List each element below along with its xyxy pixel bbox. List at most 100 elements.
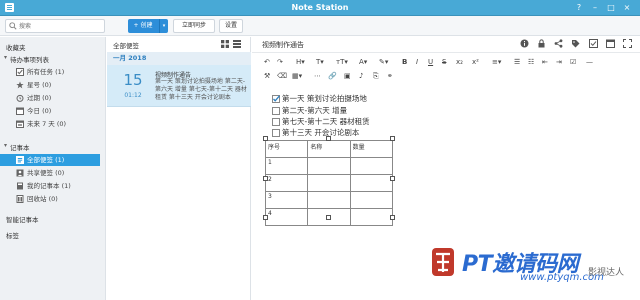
table-cell[interactable] xyxy=(307,191,351,209)
maximize-icon[interactable]: □ xyxy=(606,2,616,13)
star-icon xyxy=(16,81,24,89)
redo-icon[interactable]: ↷ xyxy=(277,56,283,68)
help-icon[interactable]: ? xyxy=(574,2,584,13)
note-table[interactable]: 序号 名称 数量 1 2 3 4 xyxy=(264,140,394,226)
sidebar-item-label: 所有任务 (1) xyxy=(27,68,65,76)
table-header-cell[interactable]: 序号 xyxy=(264,140,309,158)
todo-text: 第十三天 开会讨论剧本 xyxy=(282,128,360,137)
table-cell[interactable] xyxy=(349,191,394,209)
table-cell[interactable] xyxy=(349,208,394,226)
superscript-icon[interactable]: x² xyxy=(472,56,479,68)
unchecked-checkbox-icon[interactable] xyxy=(272,129,280,137)
collapse-caret-icon[interactable]: ▾ xyxy=(4,142,7,149)
unchecked-checkbox-icon[interactable] xyxy=(272,118,280,126)
lock-icon[interactable] xyxy=(537,39,546,48)
table-cell[interactable] xyxy=(307,157,351,175)
link-icon[interactable]: 🔗 xyxy=(328,70,337,82)
resize-handle[interactable] xyxy=(263,176,268,181)
editor-note-title[interactable]: 视频制作通告 xyxy=(262,40,304,50)
sidebar-item-my-notebooks[interactable]: 我的记事本 (1) xyxy=(0,180,100,192)
table-cell[interactable]: 1 xyxy=(264,157,309,175)
highlight-icon[interactable]: ✎▾ xyxy=(379,56,388,68)
sidebar-item-starred[interactable]: 星号 (0) xyxy=(0,79,100,91)
table-header-cell[interactable]: 数量 xyxy=(349,140,394,158)
resize-handle[interactable] xyxy=(390,136,395,141)
more-icon[interactable]: ⋯ xyxy=(314,70,321,82)
minimize-icon[interactable]: – xyxy=(590,2,600,13)
month-group-header: 一月 2018 xyxy=(107,52,251,65)
table-cell[interactable] xyxy=(349,157,394,175)
subscript-icon[interactable]: x₂ xyxy=(456,56,463,68)
fullscreen-icon[interactable] xyxy=(623,39,632,48)
indent-icon[interactable]: ⇥ xyxy=(556,56,562,68)
resize-handle[interactable] xyxy=(263,215,268,220)
sidebar-item-all-tasks[interactable]: 所有任务 (1) xyxy=(0,66,100,78)
share-notes-icon xyxy=(16,169,24,177)
resize-handle[interactable] xyxy=(390,215,395,220)
bold-icon[interactable]: B xyxy=(402,56,407,68)
checkbox-insert-icon[interactable]: ☑ xyxy=(570,56,576,68)
attachment-icon[interactable]: ⎘ xyxy=(373,70,379,82)
notebook-group-heading[interactable]: 记事本 xyxy=(10,142,30,152)
tag-icon[interactable] xyxy=(571,39,580,48)
reminder-checkbox-icon[interactable] xyxy=(588,39,598,48)
resize-handle[interactable] xyxy=(326,215,331,220)
collapse-caret-icon[interactable]: ▾ xyxy=(4,54,7,61)
table-cell[interactable]: 4 xyxy=(264,208,309,226)
grid-view-icon[interactable] xyxy=(221,40,229,48)
calendar-icon[interactable] xyxy=(605,39,615,48)
sync-now-button[interactable]: 立即同步 xyxy=(173,19,215,33)
sidebar-item-today[interactable]: 今日 (0) xyxy=(0,105,100,117)
align-icon[interactable]: ≡▾ xyxy=(492,56,501,68)
paint-format-icon[interactable]: ⚒ xyxy=(264,70,270,82)
search-box[interactable] xyxy=(5,19,105,33)
table-icon[interactable]: ▦▾ xyxy=(292,70,302,82)
image-icon[interactable]: ▣ xyxy=(344,70,351,82)
sidebar-item-overdue[interactable]: 过期 (0) xyxy=(0,92,100,104)
smart-notebook-heading[interactable]: 智能记事本 xyxy=(6,214,39,224)
heading-icon[interactable]: H▾ xyxy=(296,56,305,68)
resize-handle[interactable] xyxy=(390,176,395,181)
bullet-list-icon[interactable]: ☰ xyxy=(514,56,520,68)
list-view-icon[interactable] xyxy=(233,40,241,48)
resize-handle[interactable] xyxy=(326,136,331,141)
binoculars-icon[interactable]: ⚭ xyxy=(387,70,393,82)
tags-heading[interactable]: 标签 xyxy=(6,230,19,240)
strikethrough-icon[interactable]: S xyxy=(442,56,446,68)
info-icon[interactable] xyxy=(520,39,529,48)
font-icon[interactable]: T▾ xyxy=(316,56,324,68)
search-input[interactable] xyxy=(19,21,103,31)
sidebar-item-recycle-bin[interactable]: 回收站 (0) xyxy=(0,193,100,205)
clear-format-icon[interactable]: ⌫ xyxy=(277,70,287,82)
audio-icon[interactable]: ♪ xyxy=(359,70,363,82)
table-cell[interactable]: 3 xyxy=(264,191,309,209)
create-button[interactable]: + 创建 ▾ xyxy=(128,19,168,33)
table-cell[interactable] xyxy=(349,174,394,192)
checked-checkbox-icon[interactable] xyxy=(272,95,280,103)
create-dropdown-icon[interactable]: ▾ xyxy=(159,19,168,33)
notebook-icon xyxy=(17,182,23,190)
numbered-list-icon[interactable]: ☷ xyxy=(528,56,534,68)
table-header-cell[interactable]: 名称 xyxy=(307,140,351,158)
share-icon[interactable] xyxy=(554,39,563,48)
todo-group-heading[interactable]: 待办事项列表 xyxy=(10,54,49,64)
sidebar-item-shared-notes[interactable]: 共享便签 (0) xyxy=(0,167,100,179)
table-cell[interactable] xyxy=(307,174,351,192)
sidebar-item-all-notes[interactable]: 全部便签 (1) xyxy=(0,154,100,166)
font-size-icon[interactable]: ᴛT▾ xyxy=(336,56,348,68)
text-color-icon[interactable]: A▾ xyxy=(359,56,367,68)
settings-button[interactable]: 设置 xyxy=(219,19,243,33)
italic-icon[interactable]: I xyxy=(416,56,418,68)
sidebar-item-next-7-days[interactable]: 未来 7 天 (0) xyxy=(0,118,100,130)
table-row: 1 xyxy=(264,157,394,175)
table-cell[interactable]: 2 xyxy=(264,174,309,192)
underline-icon[interactable]: U xyxy=(428,56,433,68)
resize-handle[interactable] xyxy=(263,136,268,141)
undo-icon[interactable]: ↶ xyxy=(264,56,270,68)
note-list-item[interactable]: 15 01:12 视频制作通告 第一天 策划讨论拍摄场地 第二天-第六天 增量 … xyxy=(107,65,251,107)
close-icon[interactable]: × xyxy=(622,2,632,13)
outdent-icon[interactable]: ⇤ xyxy=(542,56,548,68)
unchecked-checkbox-icon[interactable] xyxy=(272,107,280,115)
horizontal-rule-icon[interactable]: — xyxy=(586,56,593,68)
favorites-heading[interactable]: 收藏夹 xyxy=(6,42,26,52)
